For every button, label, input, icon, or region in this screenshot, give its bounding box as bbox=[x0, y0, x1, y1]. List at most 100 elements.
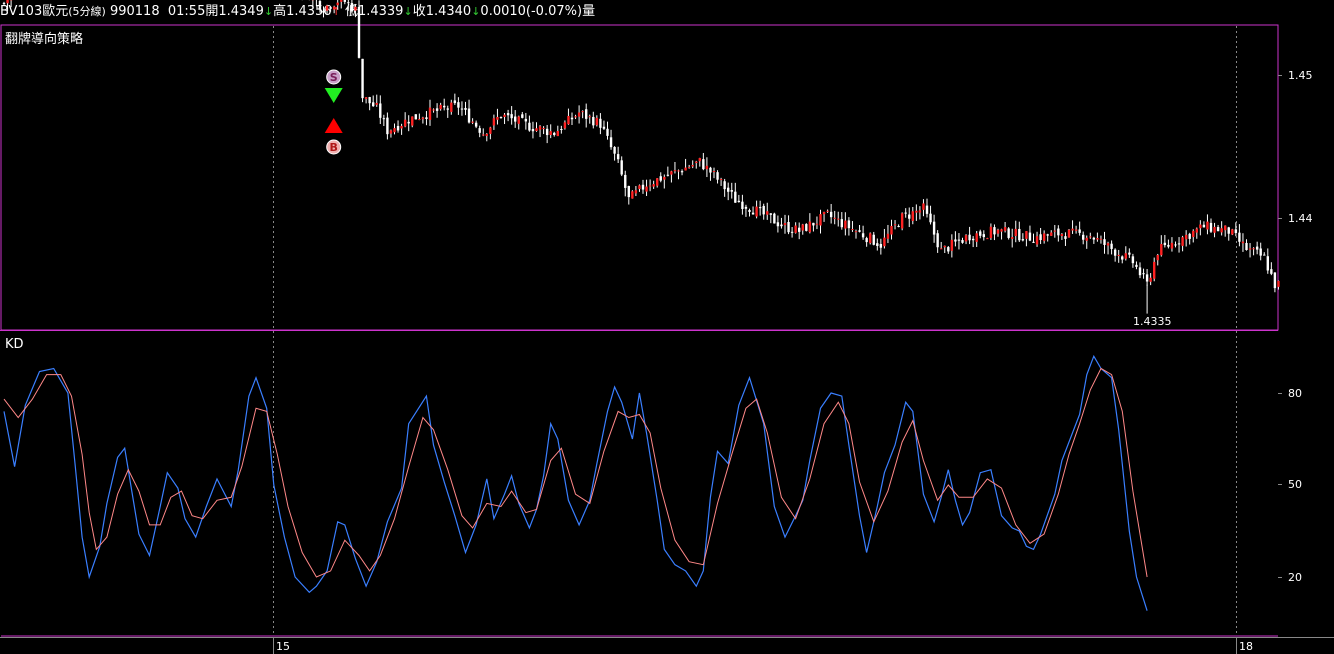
candle-body-up bbox=[535, 128, 538, 132]
candle bbox=[357, 0, 361, 59]
candle-body-down bbox=[1018, 228, 1021, 241]
candle-body-down bbox=[932, 221, 936, 235]
candle-body-up bbox=[1199, 224, 1202, 229]
candle-body-down bbox=[1110, 243, 1113, 249]
candle-body-up bbox=[1184, 234, 1188, 240]
candle-body-up bbox=[996, 229, 1000, 234]
candle-body-up bbox=[332, 6, 336, 10]
candle-body-down bbox=[435, 108, 439, 111]
kd-tick-20: 20 bbox=[1288, 571, 1302, 584]
candle-body-down bbox=[993, 227, 996, 235]
candle-body-up bbox=[1042, 233, 1046, 241]
x-tick-label-18: 18 bbox=[1239, 640, 1253, 653]
candle-body-down bbox=[861, 233, 865, 238]
candle-body-down bbox=[716, 172, 719, 180]
candle-body-down bbox=[680, 171, 684, 173]
candle-body-up bbox=[677, 170, 680, 172]
candle bbox=[805, 223, 808, 232]
candle-body-down bbox=[812, 222, 815, 226]
candle-body-up bbox=[890, 225, 893, 235]
candle-body-up bbox=[783, 223, 787, 226]
candle-body-up bbox=[1181, 237, 1184, 246]
candle-body-up bbox=[1106, 243, 1110, 246]
candle-body-up bbox=[918, 210, 922, 213]
candle-body-down bbox=[361, 58, 364, 99]
candle-body-up bbox=[340, 0, 343, 2]
candle bbox=[361, 58, 364, 103]
candle-body-up bbox=[922, 203, 925, 210]
candle-body-down bbox=[773, 213, 776, 224]
candle-body-up bbox=[403, 119, 407, 127]
candle bbox=[1067, 228, 1071, 238]
candle-body-up bbox=[663, 176, 666, 180]
candle-body-up bbox=[652, 184, 655, 187]
candle-body-down bbox=[407, 121, 410, 124]
candle-body-up bbox=[336, 2, 339, 6]
candle-body-down bbox=[971, 238, 975, 241]
price-tick-1-45: 1.45 bbox=[1288, 69, 1313, 82]
candle-body-down bbox=[1021, 239, 1025, 241]
candle bbox=[900, 212, 904, 231]
candle-body-down bbox=[1092, 237, 1096, 240]
candle bbox=[350, 0, 354, 14]
candle bbox=[1007, 227, 1010, 240]
price-tick-1-44: 1.44 bbox=[1288, 212, 1313, 225]
candle-body-down bbox=[599, 118, 602, 128]
candle-body-down bbox=[925, 205, 929, 214]
candle-body-down bbox=[904, 212, 907, 214]
candle-body-down bbox=[1057, 228, 1060, 236]
candle-body-down bbox=[443, 105, 446, 108]
candle-body-up bbox=[496, 116, 499, 120]
candle-body-up bbox=[325, 5, 329, 11]
candle-body-down bbox=[702, 159, 705, 170]
candle-body-up bbox=[1025, 231, 1028, 239]
candle bbox=[414, 114, 417, 120]
candle-body-up bbox=[634, 190, 638, 194]
candle-body-down bbox=[961, 240, 964, 243]
candle-body-up bbox=[986, 238, 989, 240]
candle-body-down bbox=[1142, 273, 1145, 275]
candle-body-up bbox=[684, 167, 687, 171]
candle-body-up bbox=[1089, 236, 1092, 238]
candle-body-down bbox=[570, 117, 574, 120]
candle-body-up bbox=[975, 233, 978, 242]
candle-body-down bbox=[1039, 234, 1042, 241]
candle-body-down bbox=[350, 3, 354, 12]
candle-body-up bbox=[886, 233, 890, 239]
candle-body-up bbox=[485, 133, 488, 137]
candle-body-down bbox=[723, 181, 726, 190]
candle-body-up bbox=[819, 214, 822, 226]
candle-body-down bbox=[947, 247, 950, 252]
candle-body-up bbox=[421, 117, 425, 120]
candle-body-up bbox=[563, 122, 567, 129]
candle-body-up bbox=[1060, 234, 1064, 237]
candle-body-down bbox=[829, 211, 833, 218]
candle-body-down bbox=[464, 107, 467, 110]
candle-body-up bbox=[1156, 254, 1159, 261]
candle bbox=[869, 232, 872, 245]
candle bbox=[773, 212, 776, 224]
candle-body-up bbox=[428, 107, 432, 120]
candle-body-up bbox=[822, 211, 826, 215]
chart-area[interactable]: 15 18 翻牌導向策略 KD 1.45 1.44 80 50 20 B S 1.… bbox=[0, 0, 1334, 654]
candle-body-up bbox=[1195, 228, 1198, 233]
candle bbox=[343, 0, 346, 5]
candle-body-up bbox=[900, 213, 904, 229]
candle-body-down bbox=[1138, 267, 1142, 276]
candle-body-up bbox=[698, 158, 701, 162]
candle-body-down bbox=[641, 184, 645, 190]
candle-body-down bbox=[1121, 256, 1124, 260]
candle-body-down bbox=[741, 201, 744, 209]
candle-body-up bbox=[1067, 229, 1071, 238]
candle-body-down bbox=[727, 187, 730, 192]
candle-body-down bbox=[1188, 233, 1191, 239]
buy-badge-label: B bbox=[330, 141, 338, 154]
candle-body-down bbox=[396, 125, 400, 131]
candle-body-down bbox=[780, 224, 783, 227]
candle bbox=[329, 5, 332, 12]
candle-body-down bbox=[840, 219, 843, 228]
candle bbox=[6, 0, 9, 12]
candle-body-down bbox=[659, 176, 662, 181]
candle-body-up bbox=[712, 170, 716, 172]
candle-body-down bbox=[457, 102, 460, 108]
